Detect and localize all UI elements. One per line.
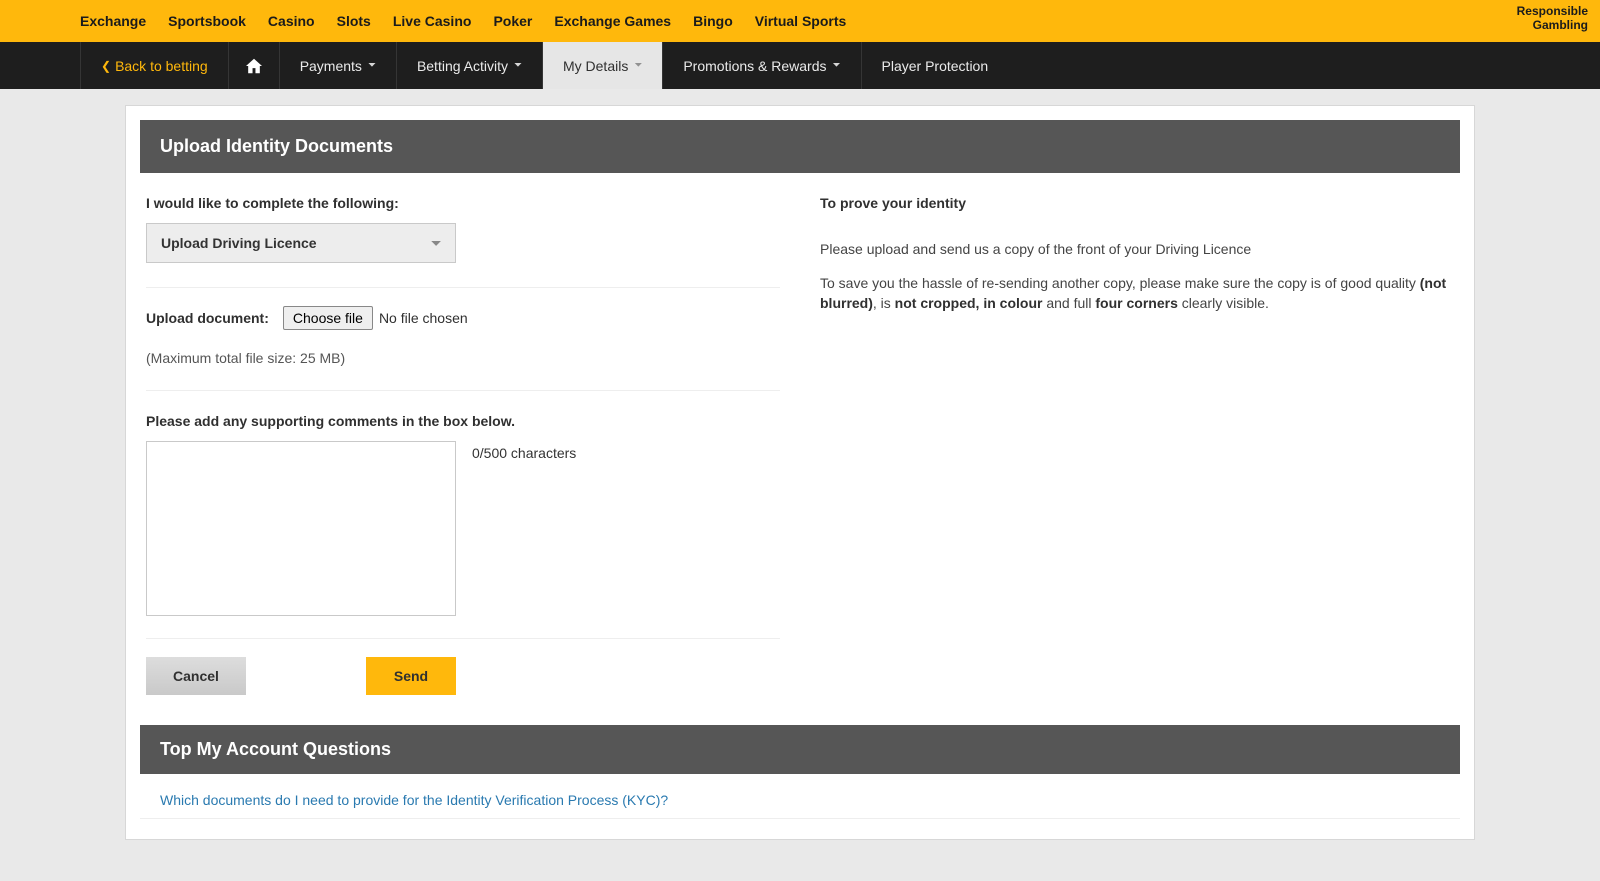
back-to-betting-link[interactable]: ❮ Back to betting xyxy=(80,42,229,89)
nav-betting-activity-label: Betting Activity xyxy=(417,58,508,74)
product-bingo[interactable]: Bingo xyxy=(693,13,733,29)
chevron-down-icon: ⏷ xyxy=(514,60,522,71)
char-count: 0/500 characters xyxy=(472,445,576,616)
choose-file-button[interactable]: Choose file xyxy=(283,306,373,330)
nav-betting-activity[interactable]: Betting Activity ⏷ xyxy=(397,42,543,89)
document-type-value: Upload Driving Licence xyxy=(161,235,317,251)
send-button[interactable]: Send xyxy=(366,657,456,695)
chevron-down-icon: ⏷ xyxy=(431,236,441,251)
nav-player-protection-label: Player Protection xyxy=(882,58,989,74)
product-exchange[interactable]: Exchange xyxy=(80,13,146,29)
left-column: I would like to complete the following: … xyxy=(146,173,800,695)
nav-payments[interactable]: Payments ⏷ xyxy=(280,42,397,89)
back-label: Back to betting xyxy=(115,58,208,74)
chevron-down-icon: ⏷ xyxy=(368,60,376,71)
p2-text: To save you the hassle of re-sending ano… xyxy=(820,275,1420,291)
right-column: To prove your identity Please upload and… xyxy=(800,173,1454,695)
responsible-line2: Gambling xyxy=(1533,18,1588,32)
home-icon xyxy=(245,58,263,74)
nav-promotions[interactable]: Promotions & Rewards ⏷ xyxy=(663,42,861,89)
instruction-paragraph-2: To save you the hassle of re-sending ano… xyxy=(820,273,1454,313)
faq-panel-title: Top My Account Questions xyxy=(140,725,1460,774)
account-navbar: ❮ Back to betting Payments ⏷ Betting Act… xyxy=(0,42,1600,89)
p2-bold-four-corners: four corners xyxy=(1095,295,1177,311)
nav-my-details-label: My Details xyxy=(563,58,628,74)
upload-label: Upload document: xyxy=(146,310,269,326)
p2-text: , is xyxy=(873,295,895,311)
p2-text: and full xyxy=(1042,295,1095,311)
instruction-paragraph-1: Please upload and send us a copy of the … xyxy=(820,239,1454,259)
product-exchange-games[interactable]: Exchange Games xyxy=(554,13,671,29)
p2-bold-not-cropped: not cropped, in colour xyxy=(895,295,1043,311)
top-product-bar: Exchange Sportsbook Casino Slots Live Ca… xyxy=(0,0,1600,42)
faq-link-kyc[interactable]: Which documents do I need to provide for… xyxy=(140,774,1460,819)
max-size-note: (Maximum total file size: 25 MB) xyxy=(146,350,780,366)
page-card: Upload Identity Documents I would like t… xyxy=(125,105,1475,840)
chevron-down-icon: ⏷ xyxy=(634,60,642,71)
product-casino[interactable]: Casino xyxy=(268,13,315,29)
home-button[interactable] xyxy=(229,42,280,89)
p2-text: clearly visible. xyxy=(1178,295,1269,311)
document-type-select[interactable]: Upload Driving Licence ⏷ xyxy=(146,223,456,263)
product-poker[interactable]: Poker xyxy=(493,13,532,29)
comments-label: Please add any supporting comments in th… xyxy=(146,413,780,429)
divider xyxy=(146,287,780,288)
product-slots[interactable]: Slots xyxy=(337,13,371,29)
prove-identity-title: To prove your identity xyxy=(820,195,1454,211)
chevron-left-icon: ❮ xyxy=(101,59,111,73)
responsible-line1: Responsible xyxy=(1517,4,1588,18)
nav-player-protection[interactable]: Player Protection xyxy=(862,42,1009,89)
no-file-text: No file chosen xyxy=(379,310,468,326)
nav-my-details[interactable]: My Details ⏷ xyxy=(543,42,663,89)
product-virtual-sports[interactable]: Virtual Sports xyxy=(755,13,847,29)
nav-promotions-label: Promotions & Rewards xyxy=(683,58,826,74)
cancel-button[interactable]: Cancel xyxy=(146,657,246,695)
intro-label: I would like to complete the following: xyxy=(146,195,780,211)
product-sportsbook[interactable]: Sportsbook xyxy=(168,13,246,29)
divider xyxy=(146,390,780,391)
upload-panel-title: Upload Identity Documents xyxy=(140,120,1460,173)
responsible-gambling-link[interactable]: Responsible Gambling xyxy=(1517,4,1588,32)
comments-textarea[interactable] xyxy=(146,441,456,616)
nav-payments-label: Payments xyxy=(300,58,362,74)
product-live-casino[interactable]: Live Casino xyxy=(393,13,472,29)
chevron-down-icon: ⏷ xyxy=(833,60,841,71)
